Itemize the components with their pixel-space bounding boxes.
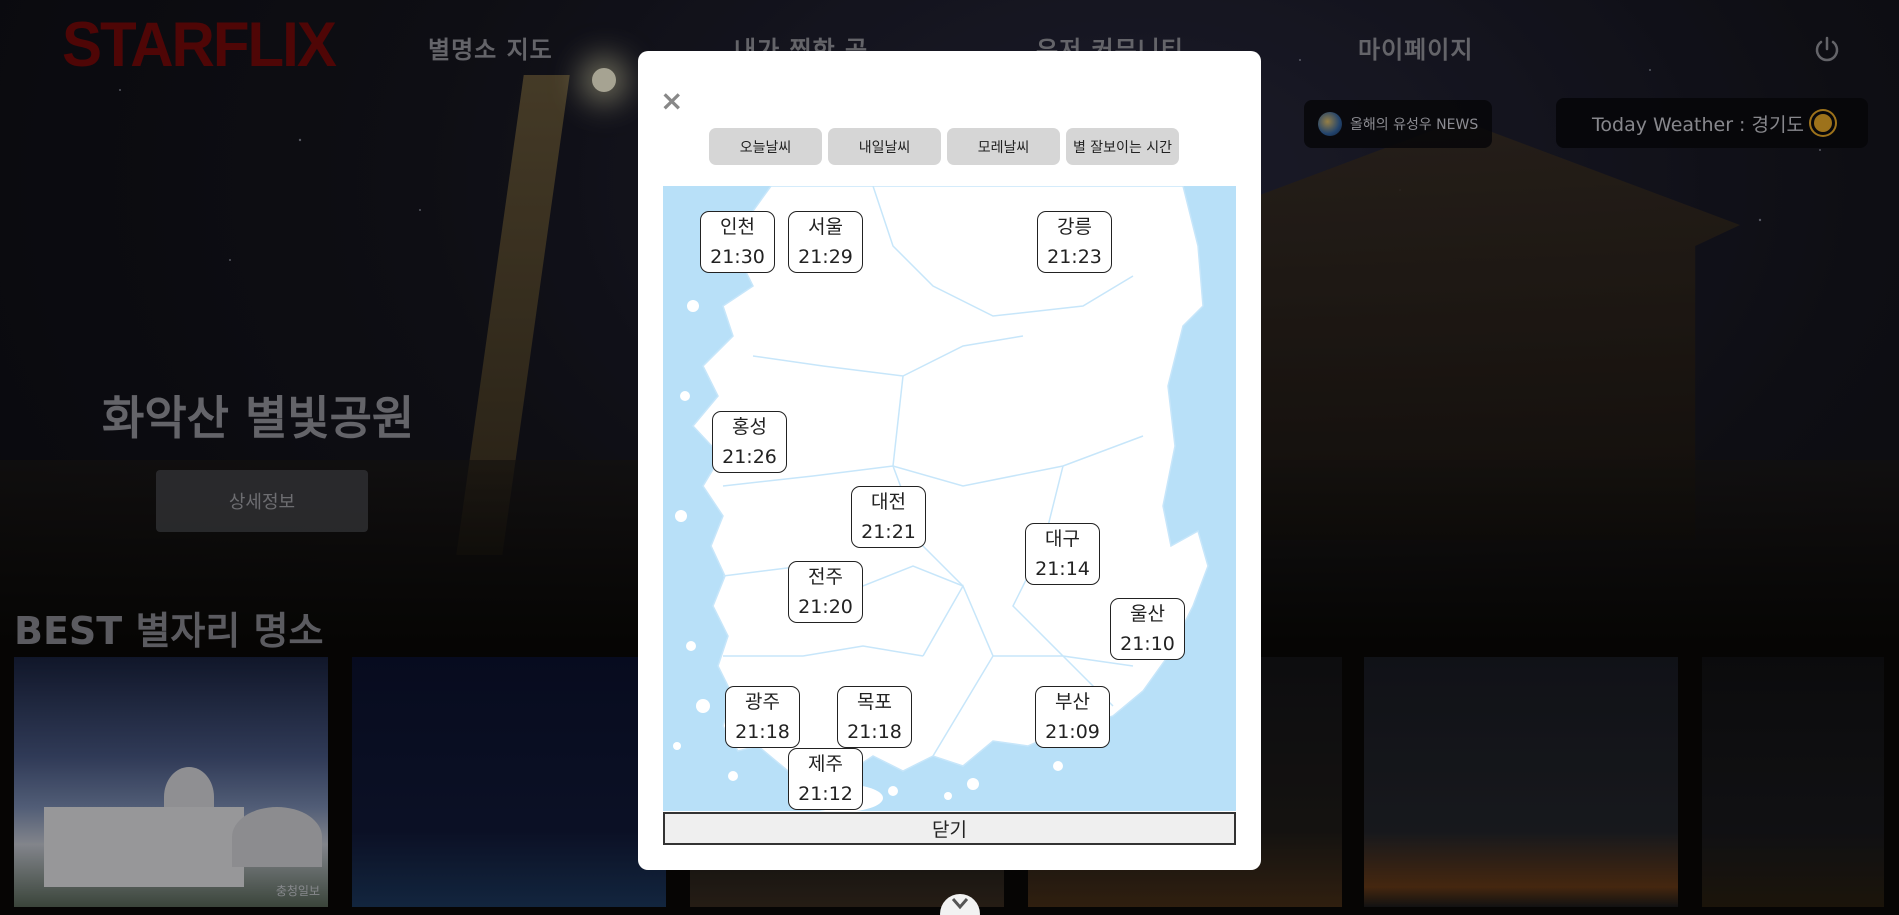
city-gangneung: 강릉 21:23 bbox=[1037, 211, 1112, 273]
close-button[interactable]: 닫기 bbox=[663, 812, 1236, 845]
city-time: 21:12 bbox=[798, 783, 853, 805]
city-time: 21:18 bbox=[847, 721, 902, 743]
city-name: 부산 bbox=[1055, 691, 1090, 713]
city-time: 21:29 bbox=[798, 246, 853, 268]
city-incheon: 인천 21:30 bbox=[700, 211, 775, 273]
weather-tabs: 오늘날씨 내일날씨 모레날씨 별 잘보이는 시간 bbox=[709, 128, 1179, 165]
city-daejeon: 대전 21:21 bbox=[851, 486, 926, 548]
city-name: 울산 bbox=[1130, 603, 1165, 625]
city-hongseong: 홍성 21:26 bbox=[712, 411, 787, 473]
city-name: 강릉 bbox=[1057, 216, 1092, 238]
city-time: 21:09 bbox=[1045, 721, 1100, 743]
city-time: 21:10 bbox=[1120, 633, 1175, 655]
tab-star-visibility-time[interactable]: 별 잘보이는 시간 bbox=[1066, 128, 1179, 165]
weather-modal: × 오늘날씨 내일날씨 모레날씨 별 잘보이는 시간 인천 21:30 서울 2… bbox=[638, 51, 1261, 870]
city-time: 21:23 bbox=[1047, 246, 1102, 268]
city-name: 서울 bbox=[808, 216, 843, 238]
city-name: 전주 bbox=[808, 566, 843, 588]
city-time: 21:18 bbox=[735, 721, 790, 743]
city-gwangju: 광주 21:18 bbox=[725, 686, 800, 748]
city-jeonju: 전주 21:20 bbox=[788, 561, 863, 623]
city-time: 21:30 bbox=[710, 246, 765, 268]
city-time: 21:21 bbox=[861, 521, 916, 543]
tab-today-weather[interactable]: 오늘날씨 bbox=[709, 128, 822, 165]
city-jeju: 제주 21:12 bbox=[788, 748, 863, 810]
city-name: 목포 bbox=[857, 691, 892, 713]
city-time: 21:14 bbox=[1035, 558, 1090, 580]
tab-tomorrow-weather[interactable]: 내일날씨 bbox=[828, 128, 941, 165]
city-time: 21:20 bbox=[798, 596, 853, 618]
city-name: 제주 bbox=[808, 753, 843, 775]
city-seoul: 서울 21:29 bbox=[788, 211, 863, 273]
city-name: 광주 bbox=[745, 691, 780, 713]
city-daegu: 대구 21:14 bbox=[1025, 523, 1100, 585]
korea-map: 인천 21:30 서울 21:29 강릉 21:23 홍성 21:26 대전 2… bbox=[663, 186, 1236, 811]
city-name: 홍성 bbox=[732, 416, 767, 438]
tab-day-after-weather[interactable]: 모레날씨 bbox=[947, 128, 1060, 165]
close-icon[interactable]: × bbox=[660, 87, 683, 115]
city-busan: 부산 21:09 bbox=[1035, 686, 1110, 748]
city-mokpo: 목포 21:18 bbox=[837, 686, 912, 748]
city-name: 대구 bbox=[1045, 528, 1080, 550]
city-ulsan: 울산 21:10 bbox=[1110, 598, 1185, 660]
city-time: 21:26 bbox=[722, 446, 777, 468]
city-name: 인천 bbox=[720, 216, 755, 238]
city-name: 대전 bbox=[871, 491, 906, 513]
